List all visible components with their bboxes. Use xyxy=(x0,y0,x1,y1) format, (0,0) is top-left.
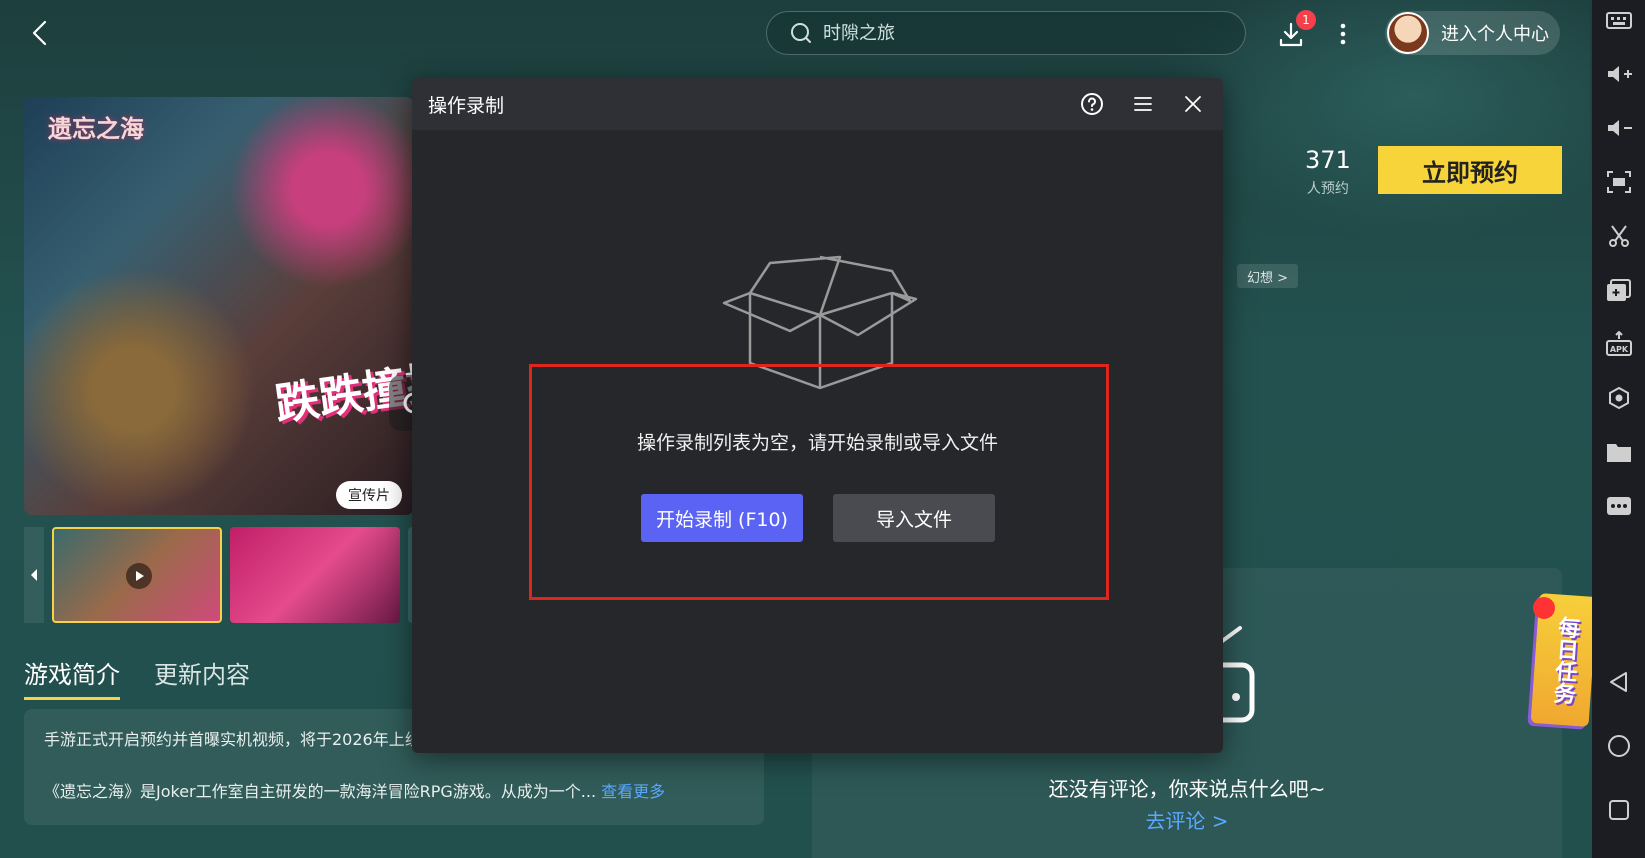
reserve-count: 371 人预约 xyxy=(1305,146,1351,198)
close-icon xyxy=(1185,96,1201,112)
dialog-actions: 开始录制 (F10) 导入文件 xyxy=(641,494,995,542)
content-tabs: 游戏简介 更新内容 xyxy=(24,655,250,700)
folder-icon xyxy=(1606,444,1631,462)
dialog-title: 操作录制 xyxy=(428,94,505,117)
install-apk-button[interactable]: APK xyxy=(1603,328,1635,360)
read-more-link[interactable]: 查看更多 xyxy=(601,782,665,801)
help-button[interactable] xyxy=(1077,89,1107,119)
multi-instance-button[interactable] xyxy=(1603,274,1635,306)
volume-up-icon xyxy=(1607,66,1632,82)
download-badge: 1 xyxy=(1296,10,1316,30)
daily-task-label: 每日任务 xyxy=(1549,615,1581,705)
settings-button[interactable] xyxy=(1603,382,1635,414)
hamburger-icon xyxy=(1134,97,1152,111)
search-input[interactable] xyxy=(823,22,1203,44)
intro-line: 《遗忘之海》是Joker工作室自主研发的一款海洋冒险RPG游戏。从成为一个...… xyxy=(44,781,744,803)
more-tools-button[interactable] xyxy=(1603,490,1635,522)
empty-list-message: 操作录制列表为空，请开始录制或导入文件 xyxy=(636,432,998,454)
nav-recents-button[interactable] xyxy=(1603,794,1635,826)
back-button[interactable] xyxy=(26,18,56,48)
thumb-prev-button[interactable] xyxy=(24,527,44,623)
more-menu-button[interactable] xyxy=(1332,18,1354,50)
replay-button[interactable] xyxy=(389,375,414,431)
import-file-button[interactable]: 导入文件 xyxy=(833,494,995,542)
screenshot-icon xyxy=(1606,171,1631,193)
start-record-button[interactable]: 开始录制 (F10) xyxy=(641,494,803,542)
video-tag: 宣传片 xyxy=(336,481,402,509)
thumbnail-strip xyxy=(24,527,418,623)
chevron-left-icon xyxy=(32,20,47,46)
apk-icon: APK xyxy=(1605,331,1632,356)
volume-down-button[interactable] xyxy=(1603,112,1635,144)
user-center-button[interactable]: 进入个人中心 xyxy=(1385,11,1560,55)
square-recents-icon xyxy=(1608,800,1629,820)
user-center-label: 进入个人中心 xyxy=(1441,24,1549,45)
system-sidebar: APK xyxy=(1592,0,1645,858)
notification-dot xyxy=(1533,597,1555,619)
triangle-back-icon xyxy=(1609,672,1627,692)
game-logo: 遗忘之海 xyxy=(48,114,144,143)
scissors-icon xyxy=(1608,225,1629,247)
add-window-icon xyxy=(1606,279,1631,301)
more-vertical-icon xyxy=(1340,23,1346,45)
search-icon xyxy=(791,23,811,43)
more-horizontal-icon xyxy=(1606,497,1631,515)
play-icon xyxy=(126,563,152,589)
go-comment-link[interactable]: 去评论 > xyxy=(812,805,1562,834)
keyboard-button[interactable] xyxy=(1603,4,1635,36)
highlight-box xyxy=(529,364,1109,600)
reserve-button[interactable]: 立即预约 xyxy=(1378,146,1562,194)
volume-up-button[interactable] xyxy=(1603,58,1635,90)
reserve-count-number: 371 xyxy=(1305,146,1351,174)
operation-record-dialog: 操作录制 操作录制列表为空，请开始录制或导入文件 开始录制 (F10) 导入文件 xyxy=(412,78,1223,753)
help-icon xyxy=(1081,93,1103,115)
svg-text:APK: APK xyxy=(1609,345,1628,354)
intro-text: 《遗忘之海》是Joker工作室自主研发的一款海洋冒险RPG游戏。从成为一个... xyxy=(44,782,597,802)
close-button[interactable] xyxy=(1178,89,1208,119)
volume-down-icon xyxy=(1607,120,1632,136)
nav-back-button[interactable] xyxy=(1603,666,1635,698)
tab-intro[interactable]: 游戏简介 xyxy=(24,655,120,700)
cut-button[interactable] xyxy=(1603,220,1635,252)
menu-button[interactable] xyxy=(1128,89,1158,119)
thumbnail-image[interactable] xyxy=(230,527,400,623)
triangle-left-icon xyxy=(31,569,37,581)
hexagon-icon xyxy=(1608,386,1629,410)
dialog-header: 操作录制 xyxy=(412,78,1223,130)
hero-media[interactable]: 遗忘之海 跌跌撞撞 宣传片 xyxy=(24,97,414,515)
screenshot-button[interactable] xyxy=(1603,166,1635,198)
tag-chip[interactable]: 幻想 > xyxy=(1237,264,1299,288)
tab-updates[interactable]: 更新内容 xyxy=(154,655,250,700)
thumbnail-video[interactable] xyxy=(52,527,222,623)
circle-home-icon xyxy=(1607,735,1630,757)
nav-home-button[interactable] xyxy=(1603,730,1635,762)
search-bar[interactable] xyxy=(766,11,1246,55)
keyboard-icon xyxy=(1605,12,1632,29)
shared-folder-button[interactable] xyxy=(1603,436,1635,468)
empty-comments-text: 还没有评论，你来说点什么吧~ xyxy=(1048,777,1326,801)
avatar xyxy=(1387,12,1429,54)
reserve-count-label: 人预约 xyxy=(1306,181,1349,197)
